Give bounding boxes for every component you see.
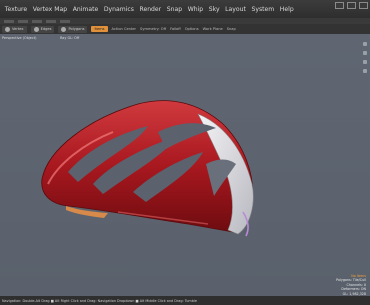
menu-layout[interactable]: Layout	[222, 6, 248, 13]
menu-vertex-map[interactable]: Vertex Map	[30, 6, 70, 13]
layout-tab[interactable]	[46, 19, 56, 23]
layout-tab[interactable]	[4, 19, 14, 23]
view-mode-label[interactable]: Ray GL: Off	[60, 36, 79, 40]
stat-line: Deformers: ON	[341, 287, 366, 292]
zoom-icon[interactable]	[363, 51, 367, 55]
work-plane-dropdown[interactable]: Work Plane	[203, 27, 223, 31]
action-center-dropdown[interactable]: Action Center	[112, 27, 137, 31]
symmetry-dropdown[interactable]: Symmetry: Off	[140, 27, 166, 31]
menu-snap[interactable]: Snap	[164, 6, 185, 13]
layout-tab[interactable]	[32, 19, 42, 23]
layout-tab[interactable]	[60, 19, 70, 23]
view-type-label[interactable]: Perspective (Object)	[2, 36, 36, 40]
vertex-mode-button[interactable]: Vertex	[2, 25, 27, 33]
pan-icon[interactable]	[363, 42, 367, 46]
menu-sky[interactable]: Sky	[206, 6, 222, 13]
close-button[interactable]	[359, 2, 368, 9]
3d-viewport[interactable]: Perspective (Object) Ray GL: Off No Item…	[0, 34, 370, 300]
options-dropdown[interactable]: Options	[185, 27, 199, 31]
viewport-nav-icons	[363, 42, 367, 73]
menu-system[interactable]: System	[249, 6, 277, 13]
falloff-dropdown[interactable]: Falloff	[170, 27, 181, 31]
menu-whip[interactable]: Whip	[185, 6, 206, 13]
edges-label: Edges	[40, 27, 52, 31]
menu-dynamics[interactable]: Dynamics	[101, 6, 137, 13]
snap-dropdown[interactable]: Snap	[227, 27, 236, 31]
status-text: Navigation: Double-Alt Drag ■ Alt Right …	[2, 298, 197, 303]
items-mode-button[interactable]: Items	[91, 26, 108, 32]
polygons-mode-button[interactable]: Polygons	[58, 25, 88, 33]
status-bar: Navigation: Double-Alt Drag ■ Alt Right …	[0, 296, 370, 305]
edges-mode-button[interactable]: Edges	[30, 25, 55, 33]
polygons-label: Polygons	[68, 27, 85, 31]
vertex-icon	[5, 26, 10, 32]
window-controls	[335, 2, 368, 9]
selection-toolbar: Vertex Edges Polygons Items Action Cente…	[0, 24, 370, 34]
maximize-view-icon[interactable]	[363, 69, 367, 73]
menu-texture[interactable]: Texture	[2, 6, 30, 13]
menu-bar: Texture Vertex Map Animate Dynamics Rend…	[0, 0, 370, 18]
rotate-icon[interactable]	[363, 60, 367, 64]
vertex-label: Vertex	[12, 27, 24, 31]
helmet-model[interactable]	[38, 94, 268, 244]
layout-tab[interactable]	[18, 19, 28, 23]
menu-help[interactable]: Help	[277, 6, 297, 13]
polygons-icon	[61, 26, 67, 32]
minimize-button[interactable]	[335, 2, 344, 9]
maximize-button[interactable]	[347, 2, 356, 9]
edges-icon	[33, 26, 39, 32]
menu-render[interactable]: Render	[137, 6, 164, 13]
menu-animate[interactable]: Animate	[70, 6, 101, 13]
